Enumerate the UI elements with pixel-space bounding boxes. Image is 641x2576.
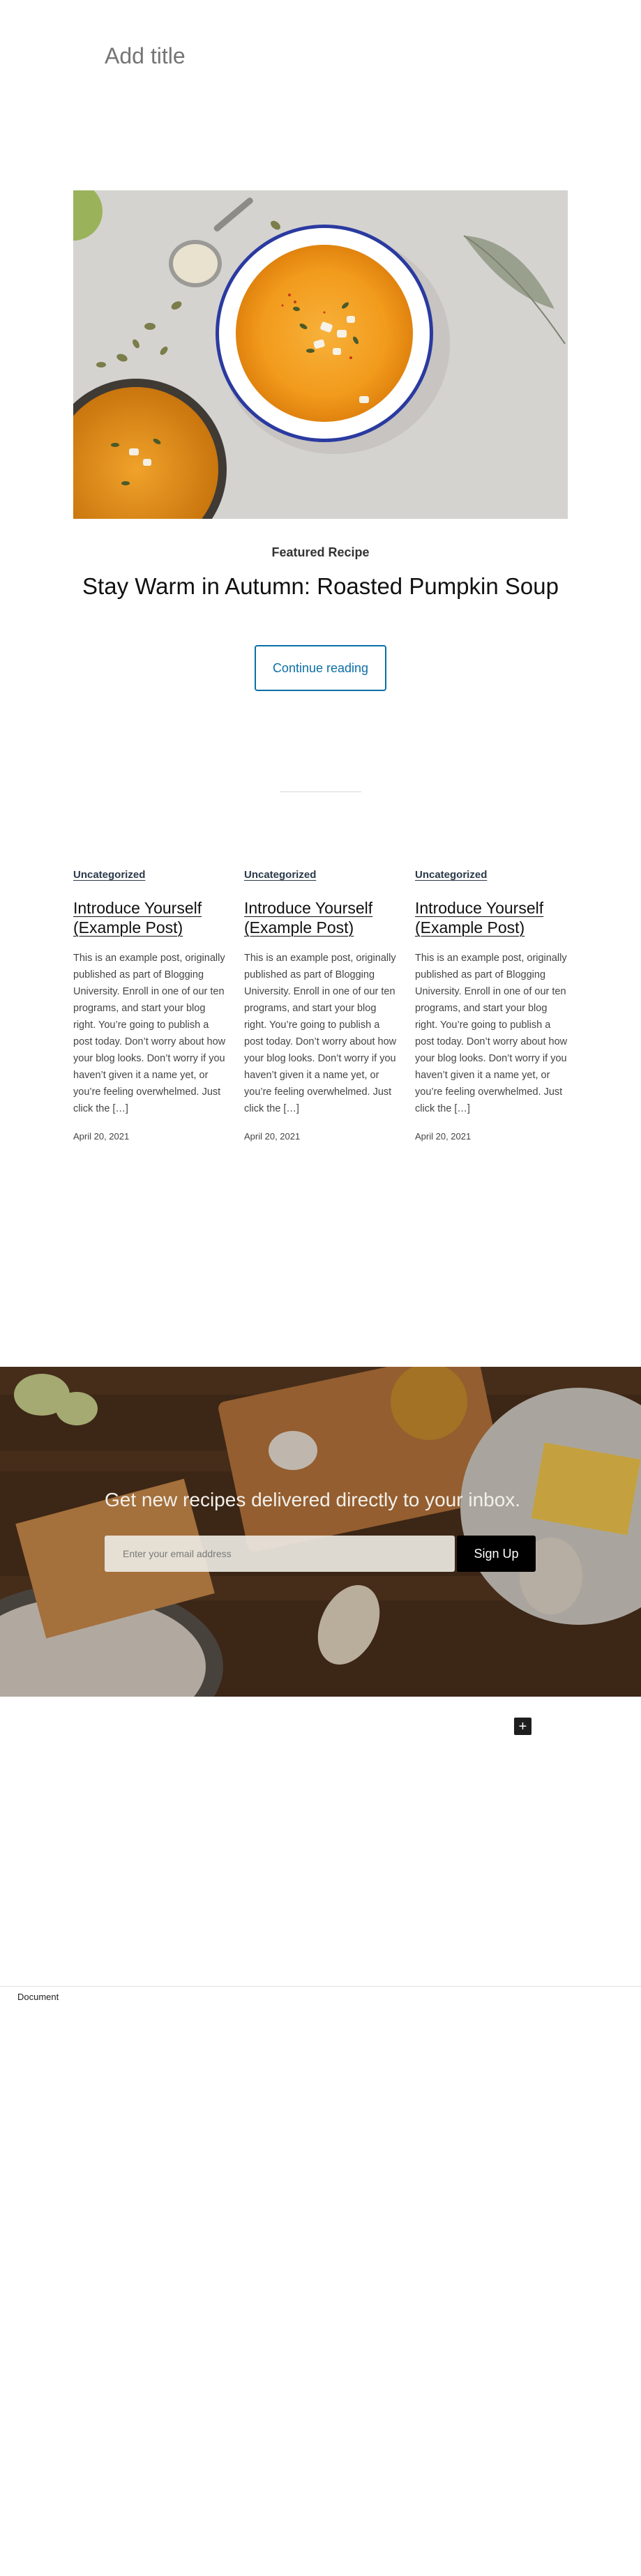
plus-icon: + (518, 1718, 527, 1734)
continue-reading-button[interactable]: Continue reading (255, 645, 386, 691)
pumpkin-soup-photo (73, 190, 568, 519)
post-category-link[interactable]: Uncategorized (244, 869, 316, 881)
breadcrumb-document[interactable]: Document (17, 1992, 59, 2002)
post-excerpt: This is an example post, originally publ… (415, 953, 568, 1114)
latest-posts: Uncategorized Introduce Yourself (Exampl… (73, 869, 568, 1142)
post-title-link[interactable]: Introduce Yourself (Example Post) (415, 898, 568, 937)
post-category-link[interactable]: Uncategorized (73, 869, 145, 881)
newsletter-cover: Get new recipes delivered directly to yo… (0, 1367, 641, 1697)
post-date: April 20, 2021 (415, 1131, 472, 1142)
post-card: Uncategorized Introduce Yourself (Exampl… (415, 869, 568, 1142)
post-card: Uncategorized Introduce Yourself (Exampl… (244, 869, 398, 1142)
post-excerpt: This is an example post, originally publ… (73, 953, 226, 1114)
post-card: Uncategorized Introduce Yourself (Exampl… (73, 869, 227, 1142)
post-title-link[interactable]: Introduce Yourself (Example Post) (244, 898, 398, 937)
sign-up-button[interactable]: Sign Up (457, 1536, 536, 1572)
add-block-button[interactable]: + (514, 1718, 531, 1735)
featured-image (73, 190, 568, 519)
separator (280, 791, 361, 792)
post-title-placeholder[interactable]: Add title (105, 43, 537, 69)
featured-post-title[interactable]: Stay Warm in Autumn: Roasted Pumpkin Sou… (0, 573, 641, 600)
featured-label: Featured Recipe (271, 545, 370, 559)
post-title-area[interactable]: Add title (105, 43, 537, 69)
email-input[interactable] (105, 1536, 455, 1572)
post-excerpt: This is an example post, originally publ… (244, 953, 397, 1114)
post-date: April 20, 2021 (73, 1131, 130, 1142)
editor-footer: Document (0, 1986, 641, 2005)
newsletter-heading: Get new recipes delivered directly to yo… (105, 1489, 521, 1510)
baking-background-photo (0, 1367, 641, 1697)
post-title-link[interactable]: Introduce Yourself (Example Post) (73, 898, 227, 937)
post-category-link[interactable]: Uncategorized (415, 869, 487, 881)
post-date: April 20, 2021 (244, 1131, 301, 1142)
